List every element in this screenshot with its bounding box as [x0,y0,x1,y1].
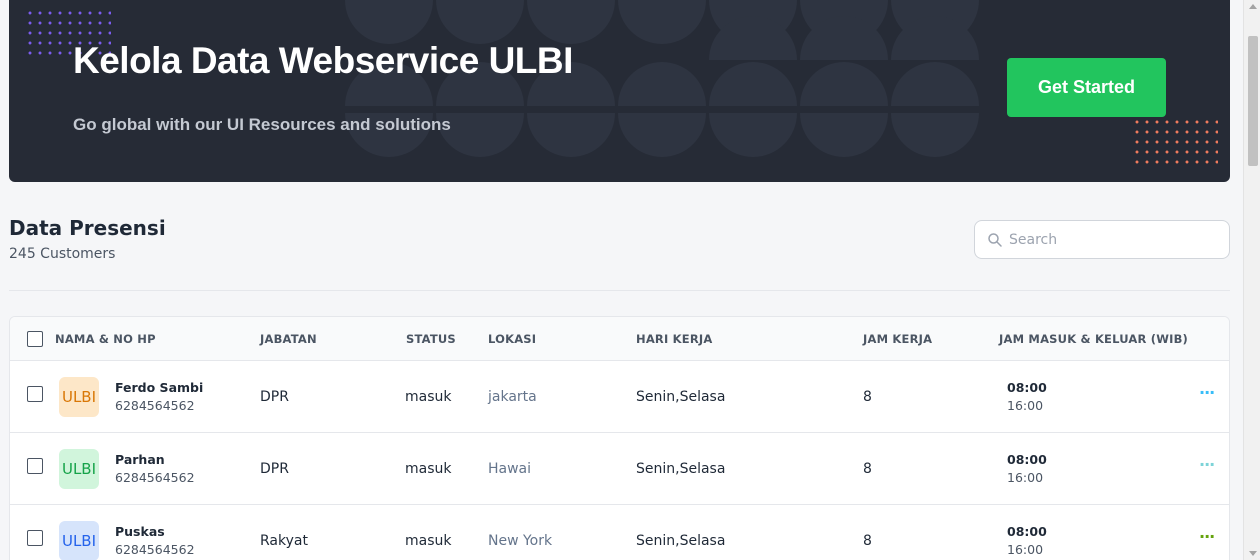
more-icon[interactable]: ··· [1199,455,1215,474]
table-header: NAMA & NO HP JABATAN STATUS LOKASI HARI … [10,317,1229,361]
hari-kerja-cell: Senin,Selasa [636,533,726,549]
divider [9,290,1230,291]
employee-phone: 6284564562 [115,542,195,557]
table-row: ULBI Ferdo Sambi 6284564562 DPR masuk ja… [10,361,1229,433]
column-header-nama: NAMA & NO HP [55,332,156,346]
column-header-status: STATUS [406,332,456,346]
jabatan-cell: DPR [260,389,289,405]
select-all-checkbox[interactable] [27,331,43,347]
column-header-jam-masuk-keluar: JAM MASUK & KELUAR (WIB) [999,332,1189,346]
employee-name: Puskas [115,524,165,539]
row-checkbox[interactable] [27,386,43,402]
avatar: ULBI [59,377,99,417]
hero-subtitle: Go global with our UI Resources and solu… [73,115,451,134]
scroll-up-arrow-icon[interactable] [1249,4,1257,9]
more-icon[interactable]: ··· [1199,527,1215,546]
jam-masuk: 08:00 [1007,524,1047,539]
scrollbar-thumb[interactable] [1248,36,1258,166]
jabatan-cell: Rakyat [260,533,308,549]
lokasi-cell: Hawai [488,461,532,477]
presensi-table: NAMA & NO HP JABATAN STATUS LOKASI HARI … [9,316,1230,560]
more-icon[interactable]: ··· [1199,383,1215,402]
search-icon [988,232,1002,247]
search-box[interactable] [974,220,1230,259]
hero-title: Kelola Data Webservice ULBI [73,40,573,81]
avatar: ULBI [59,521,99,560]
column-header-jabatan: JABATAN [260,332,317,346]
section-subtitle: 245 Customers [9,246,116,262]
section-title: Data Presensi [9,216,166,240]
jam-masuk: 08:00 [1007,380,1047,395]
employee-phone: 6284564562 [115,398,195,413]
employee-name: Ferdo Sambi [115,380,204,395]
get-started-button[interactable]: Get Started [1007,58,1166,117]
status-cell: masuk [405,389,452,405]
hari-kerja-cell: Senin,Selasa [636,461,726,477]
scroll-down-arrow-icon[interactable] [1249,551,1257,556]
avatar: ULBI [59,449,99,489]
status-cell: masuk [405,461,452,477]
jam-kerja-cell: 8 [863,533,872,549]
jam-keluar: 16:00 [1007,398,1044,413]
employee-phone: 6284564562 [115,470,195,485]
column-header-jam-kerja: JAM KERJA [863,332,933,346]
hero-banner: Kelola Data Webservice ULBI Go global wi… [9,0,1230,182]
jam-kerja-cell: 8 [863,389,872,405]
jam-keluar: 16:00 [1007,470,1044,485]
column-header-hari-kerja: HARI KERJA [636,332,713,346]
hari-kerja-cell: Senin,Selasa [636,389,726,405]
jam-masuk: 08:00 [1007,452,1047,467]
status-cell: masuk [405,533,452,549]
row-checkbox[interactable] [27,530,43,546]
employee-name: Parhan [115,452,165,467]
row-checkbox[interactable] [27,458,43,474]
search-input[interactable] [1009,231,1209,248]
jam-keluar: 16:00 [1007,542,1044,557]
decorative-dots-right [1132,117,1218,169]
jabatan-cell: DPR [260,461,289,477]
lokasi-cell: jakarta [488,389,537,405]
table-row: ULBI Puskas 6284564562 Rakyat masuk New … [10,505,1229,560]
jam-kerja-cell: 8 [863,461,872,477]
table-row: ULBI Parhan 6284564562 DPR masuk Hawai S… [10,433,1229,505]
column-header-lokasi: LOKASI [488,332,537,346]
lokasi-cell: New York [488,533,553,549]
page-scrollbar[interactable] [1243,0,1260,560]
